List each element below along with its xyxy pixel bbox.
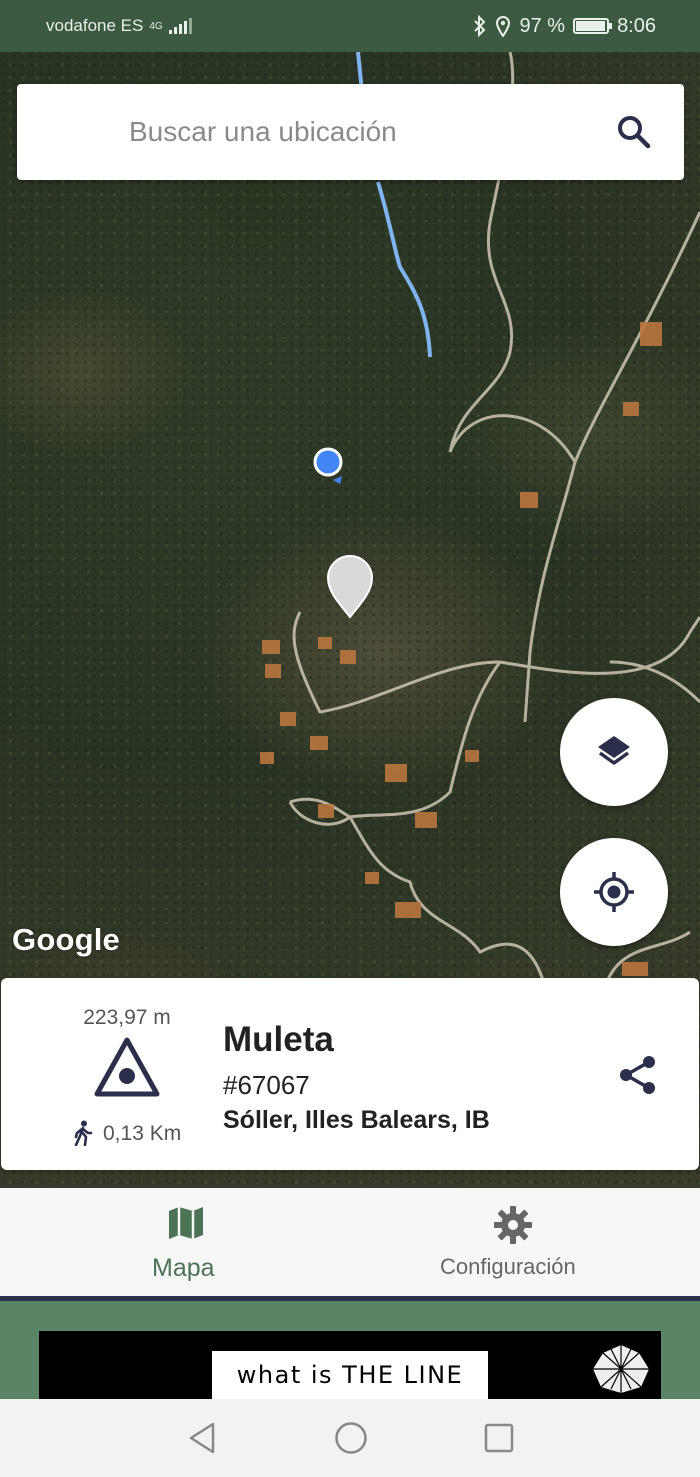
- search-bar[interactable]: Buscar una ubicación: [17, 84, 684, 180]
- layers-icon: [598, 736, 630, 765]
- signal-icon: [168, 18, 192, 34]
- location-icon: [496, 16, 511, 37]
- system-navigation-bar: [0, 1399, 700, 1477]
- peak-id: #67067: [223, 1070, 310, 1100]
- peak-location: Sóller, Illes Balears, IB: [223, 1106, 490, 1134]
- recents-icon[interactable]: [484, 1423, 514, 1453]
- nav-label-settings: Configuración: [440, 1254, 576, 1279]
- battery-icon: [573, 18, 613, 34]
- search-icon[interactable]: [614, 112, 654, 152]
- status-bar: vodafone ES 4G 97 % 8:06: [0, 0, 700, 52]
- screen: vodafone ES 4G 97 % 8:06 Buscar una ubic…: [0, 0, 700, 1477]
- user-location-dot: [313, 447, 343, 484]
- layers-button[interactable]: [560, 698, 668, 806]
- status-right: 97 % 8:06: [473, 15, 656, 38]
- ad-logo-icon: [593, 1345, 649, 1393]
- network-type: 4G: [149, 20, 163, 32]
- gear-icon: [494, 1206, 532, 1244]
- elevation-text: 223,97 m: [83, 1006, 171, 1029]
- peak-name: Muleta: [223, 1020, 334, 1059]
- carrier-name: vodafone ES: [46, 16, 144, 35]
- bluetooth-icon: [474, 15, 486, 37]
- back-icon[interactable]: [186, 1421, 218, 1455]
- map-icon: [169, 1207, 203, 1239]
- ad-banner[interactable]: what is THE LINE: [39, 1331, 661, 1399]
- battery-fill: [576, 21, 606, 31]
- walk-distance: 0,13 Km: [103, 1122, 182, 1145]
- ad-text-box: what is THE LINE: [212, 1351, 488, 1399]
- battery-percent: 97 %: [519, 14, 566, 37]
- home-icon[interactable]: [334, 1421, 368, 1455]
- bottom-navigation: Mapa Configuración: [0, 1188, 700, 1296]
- google-logo: Google: [12, 922, 120, 957]
- ad-area: what is THE LINE: [0, 1301, 700, 1399]
- share-icon[interactable]: [617, 1054, 659, 1096]
- nav-item-settings[interactable]: Configuración: [350, 1188, 700, 1296]
- walking-icon: [74, 1120, 93, 1146]
- status-left: vodafone ES 4G: [46, 16, 192, 36]
- peak-info-card[interactable]: 223,97 m 0,13 Km Muleta #67067 Sóller, I…: [1, 978, 699, 1170]
- ad-text: what is THE LINE: [236, 1361, 464, 1389]
- nav-item-map[interactable]: Mapa: [0, 1188, 350, 1296]
- summit-icon: [94, 1037, 160, 1097]
- crosshair-icon: [594, 872, 634, 912]
- peak-marker: [326, 555, 374, 619]
- search-input[interactable]: Buscar una ubicación: [129, 116, 614, 148]
- my-location-button[interactable]: [560, 838, 668, 946]
- clock: 8:06: [617, 14, 656, 37]
